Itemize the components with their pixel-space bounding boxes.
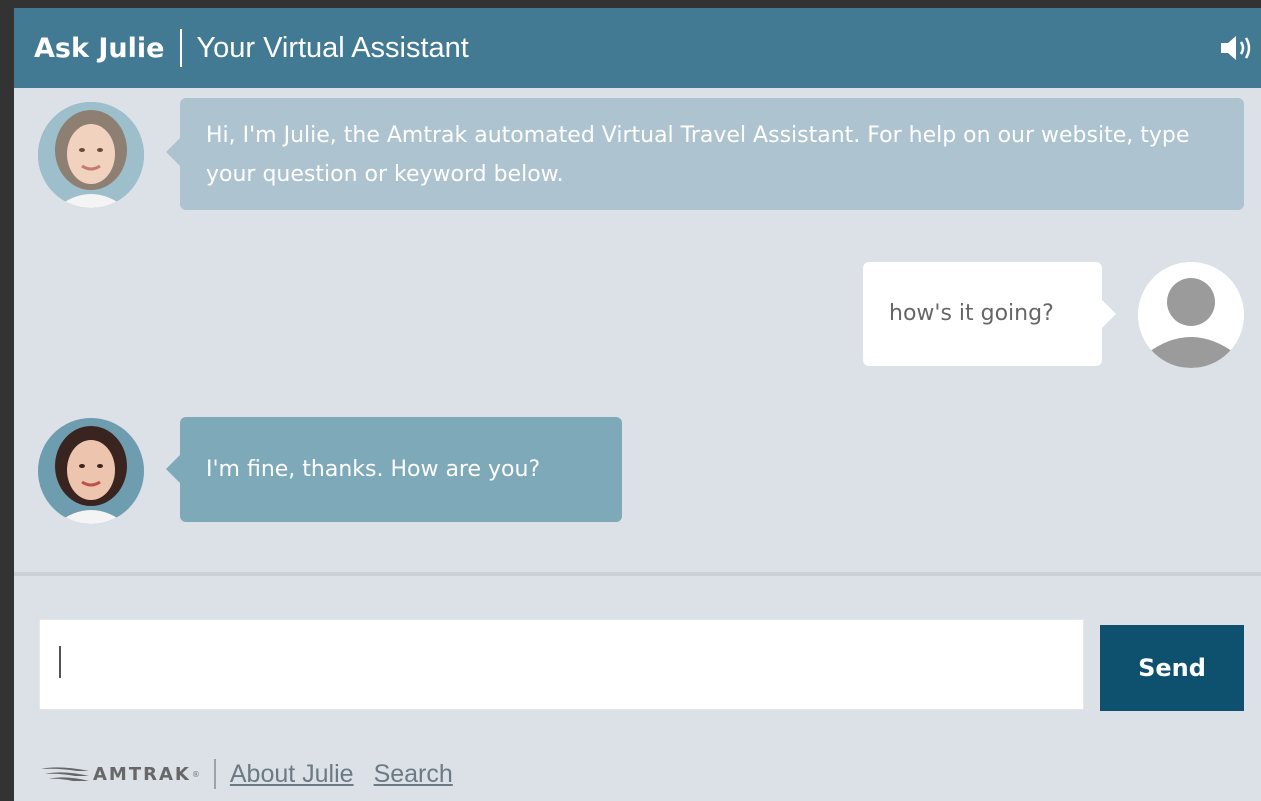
amtrak-logo-text: AMTRAK bbox=[93, 763, 191, 785]
julie-avatar-icon bbox=[38, 418, 144, 524]
text-caret bbox=[59, 646, 61, 678]
search-link[interactable]: Search bbox=[374, 760, 453, 789]
speaker-icon[interactable] bbox=[1217, 32, 1257, 64]
amtrak-logo-mark: ® bbox=[191, 769, 200, 779]
amtrak-logo: AMTRAK ® bbox=[39, 764, 200, 785]
chat-footer: AMTRAK ® About Julie Search bbox=[39, 754, 739, 794]
chat-header: Ask Julie Your Virtual Assistant bbox=[14, 8, 1261, 88]
user-message: how's it going? bbox=[863, 262, 1116, 366]
bot-message-greeting: Hi, I'm Julie, the Amtrak automated Virt… bbox=[166, 98, 1244, 210]
header-brand: Ask Julie bbox=[34, 32, 165, 64]
about-julie-link[interactable]: About Julie bbox=[230, 760, 354, 789]
julie-avatar-icon bbox=[38, 102, 144, 208]
message-input[interactable] bbox=[39, 619, 1084, 710]
header-separator bbox=[180, 29, 183, 67]
user-avatar-icon bbox=[1138, 262, 1244, 368]
amtrak-logo-icon bbox=[41, 767, 89, 781]
chat-transcript: Hi, I'm Julie, the Amtrak automated Virt… bbox=[14, 88, 1261, 572]
send-button[interactable]: Send bbox=[1100, 625, 1244, 711]
ask-julie-chat-window: Ask Julie Your Virtual Assistant Hi, I'm… bbox=[14, 8, 1261, 801]
bot-message-reply: I'm fine, thanks. How are you? bbox=[166, 417, 622, 522]
footer-separator bbox=[213, 759, 216, 789]
header-subtitle: Your Virtual Assistant bbox=[196, 31, 469, 64]
composer-divider bbox=[14, 572, 1261, 576]
